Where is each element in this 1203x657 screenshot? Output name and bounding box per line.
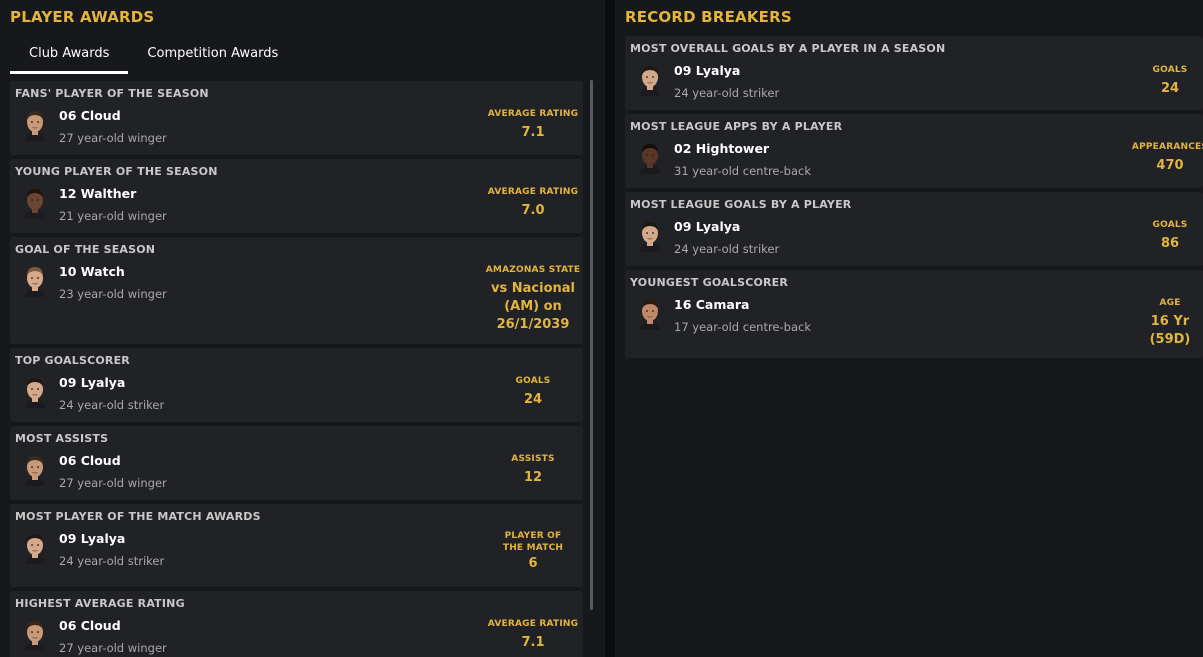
award-title: MOST LEAGUE APPS BY A PLAYER	[630, 120, 843, 133]
player-name[interactable]: 09 Lyalya	[59, 531, 125, 546]
award-title: YOUNG PLAYER OF THE SEASON	[15, 165, 218, 178]
stat-label: GOALS	[1152, 220, 1188, 230]
award-card[interactable]: MOST LEAGUE GOALS BY A PLAYER 09 Lyalya 24…	[625, 192, 1203, 266]
award-title: GOAL OF THE SEASON	[15, 243, 156, 256]
player-name[interactable]: 09 Lyalya	[59, 375, 125, 390]
player-description: 31 year-old centre-back	[674, 164, 811, 178]
player-avatar[interactable]	[22, 109, 48, 141]
tab-competition-awards[interactable]: Competition Awards	[128, 42, 297, 74]
player-avatar[interactable]	[637, 64, 663, 96]
award-card[interactable]: MOST PLAYER OF THE MATCH AWARDS 09 Lyalya…	[10, 504, 583, 587]
stat-label: AGE	[1159, 298, 1181, 308]
award-title: HIGHEST AVERAGE RATING	[15, 597, 185, 610]
player-avatar[interactable]	[22, 532, 48, 564]
panel-divider	[605, 0, 615, 657]
player-name[interactable]: 16 Camara	[674, 297, 749, 312]
player-name[interactable]: 02 Hightower	[674, 141, 769, 156]
award-title: MOST ASSISTS	[15, 432, 109, 445]
player-awards-title: PLAYER AWARDS	[10, 8, 155, 26]
player-avatar[interactable]	[637, 142, 663, 174]
award-title: MOST OVERALL GOALS BY A PLAYER IN A SEAS…	[630, 42, 946, 55]
award-card[interactable]: FANS' PLAYER OF THE SEASON 06 Cloud 27 yea…	[10, 81, 583, 155]
awards-scrollbar-thumb[interactable]	[590, 80, 593, 610]
player-description: 17 year-old centre-back	[674, 320, 811, 334]
stat-label: AVERAGE RATING	[487, 187, 579, 197]
stat-value: 470	[1156, 158, 1184, 173]
stat-label: AVERAGE RATING	[487, 109, 579, 119]
award-title: MOST PLAYER OF THE MATCH AWARDS	[15, 510, 261, 523]
stat-value: 7.0	[521, 203, 545, 218]
stat-value: 24	[1160, 81, 1180, 96]
player-description: 24 year-old striker	[674, 86, 780, 100]
player-name[interactable]: 10 Watch	[59, 264, 125, 279]
player-name[interactable]: 09 Lyalya	[674, 63, 740, 78]
player-name[interactable]: 12 Walther	[59, 186, 136, 201]
award-card[interactable]: GOAL OF THE SEASON 10 Watch 23 year-old wi…	[10, 237, 583, 344]
stat-label: GOALS	[1152, 65, 1188, 75]
award-title: MOST LEAGUE GOALS BY A PLAYER	[630, 198, 852, 211]
stat-label: AMAZONAS STATE	[485, 265, 581, 275]
player-description: 27 year-old winger	[59, 131, 167, 145]
stat-label: GOALS	[515, 376, 551, 386]
award-card[interactable]: MOST LEAGUE APPS BY A PLAYER 02 Hightower…	[625, 114, 1203, 188]
record-breakers-panel: RECORD BREAKERS MOST OVERALL GOALS BY A …	[615, 0, 1203, 657]
award-title: TOP GOALSCORER	[15, 354, 130, 367]
player-avatar[interactable]	[22, 376, 48, 408]
player-avatar[interactable]	[22, 619, 48, 651]
stat-value: 12	[523, 470, 543, 485]
stat-value: 6	[528, 556, 538, 571]
awards-tabs: Club Awards Competition Awards	[10, 42, 297, 74]
player-description: 27 year-old winger	[59, 641, 167, 655]
stat-value: 24	[523, 392, 543, 407]
stat-value: 86	[1160, 236, 1180, 251]
record-breakers-title: RECORD BREAKERS	[625, 8, 792, 26]
award-card[interactable]: HIGHEST AVERAGE RATING 06 Cloud 27 year-ol…	[10, 591, 583, 657]
award-card[interactable]: YOUNG PLAYER OF THE SEASON 12 Walther 21 y…	[10, 159, 583, 233]
player-avatar[interactable]	[22, 454, 48, 486]
player-description: 23 year-old winger	[59, 287, 167, 301]
stat-value: 7.1	[521, 635, 545, 650]
player-description: 24 year-old striker	[59, 398, 165, 412]
tab-club-awards[interactable]: Club Awards	[10, 42, 129, 74]
award-card[interactable]: YOUNGEST GOALSCORER 16 Camara 17 year-old …	[625, 270, 1203, 358]
award-card[interactable]: MOST ASSISTS 06 Cloud 27 year-old winger AS…	[10, 426, 583, 500]
award-card[interactable]: TOP GOALSCORER 09 Lyalya 24 year-old strik…	[10, 348, 583, 422]
player-description: 24 year-old striker	[674, 242, 780, 256]
stat-value: 16 Yr (59D)	[1149, 314, 1191, 347]
player-name[interactable]: 06 Cloud	[59, 618, 121, 633]
player-avatar[interactable]	[22, 265, 48, 297]
award-card[interactable]: MOST OVERALL GOALS BY A PLAYER IN A SEAS…	[625, 36, 1203, 110]
award-title: FANS' PLAYER OF THE SEASON	[15, 87, 209, 100]
player-awards-panel: PLAYER AWARDS Club Awards Competition Aw…	[0, 0, 605, 657]
stat-label: AVERAGE RATING	[487, 619, 579, 629]
player-description: 24 year-old striker	[59, 554, 165, 568]
player-name[interactable]: 06 Cloud	[59, 108, 121, 123]
player-name[interactable]: 09 Lyalya	[674, 219, 740, 234]
awards-scrollbar[interactable]	[590, 80, 593, 610]
player-avatar[interactable]	[22, 187, 48, 219]
stat-label: ASSISTS	[511, 454, 555, 464]
stat-label: APPEARANCES	[1131, 142, 1203, 152]
player-description: 21 year-old winger	[59, 209, 167, 223]
player-avatar[interactable]	[637, 298, 663, 330]
player-avatar[interactable]	[637, 220, 663, 252]
stat-value: 7.1	[521, 125, 545, 140]
player-name[interactable]: 06 Cloud	[59, 453, 121, 468]
player-description: 27 year-old winger	[59, 476, 167, 490]
stat-label: PLAYER OF THE MATCH	[502, 531, 564, 553]
award-title: YOUNGEST GOALSCORER	[630, 276, 789, 289]
stat-value: vs Nacional (AM) on 26/1/2039	[491, 281, 575, 332]
